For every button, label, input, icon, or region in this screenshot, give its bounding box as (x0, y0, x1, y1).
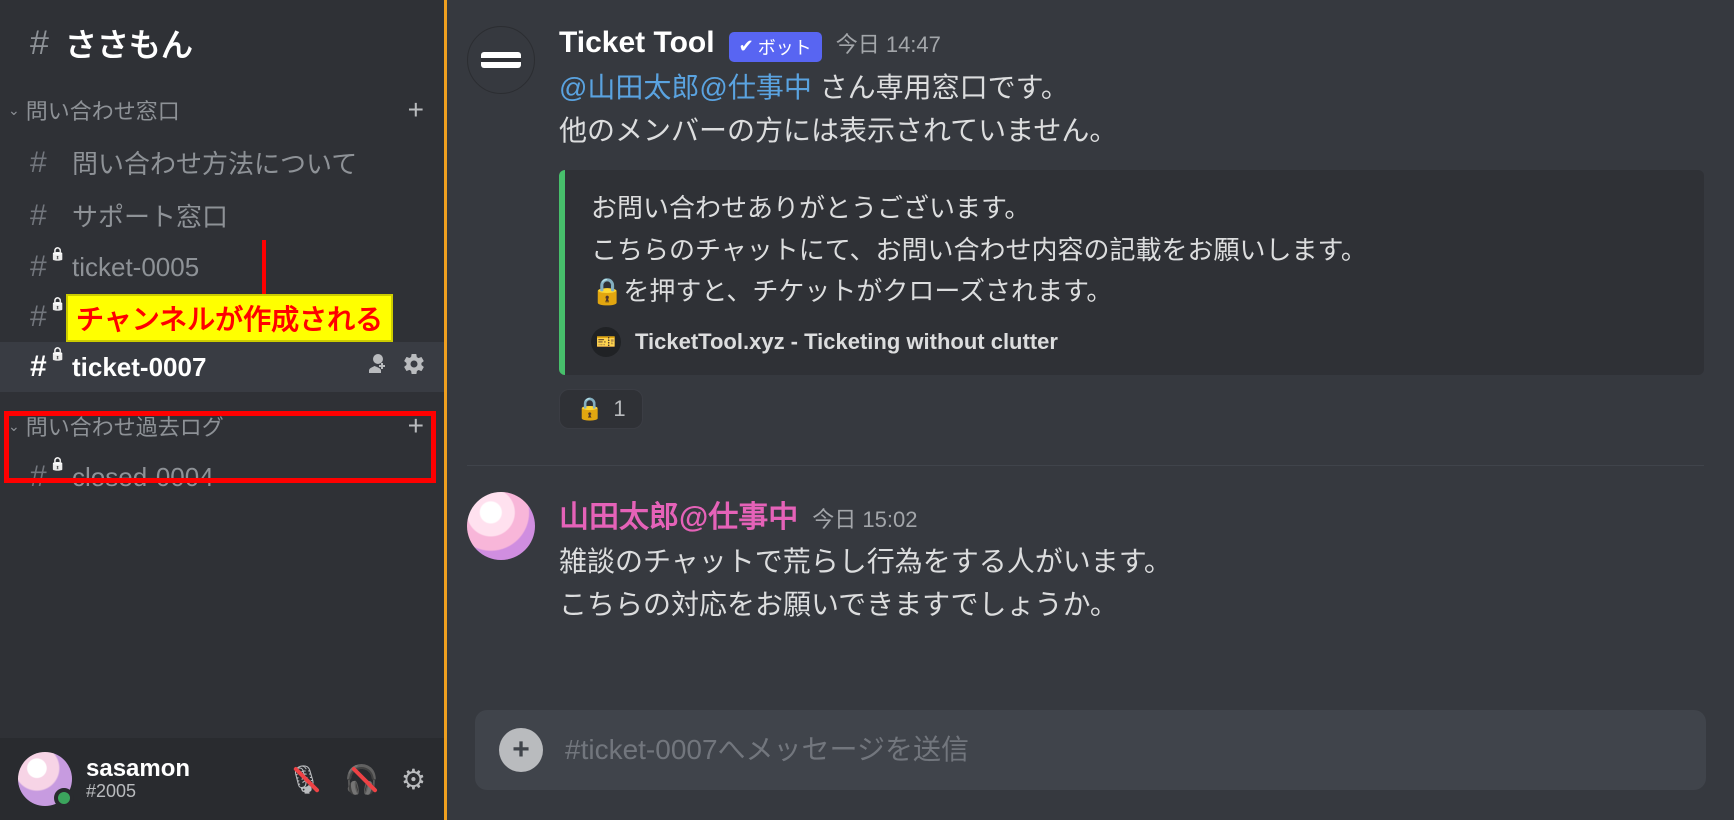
timestamp: 今日 15:02 (812, 502, 917, 534)
settings-gear-icon[interactable]: ⚙ (401, 763, 426, 796)
bot-badge: ✔ ボット (729, 32, 822, 62)
text-span: さん専用窓口です。 (812, 72, 1069, 103)
embed-footer: 🎫 TicketTool.xyz - Ticketing without clu… (591, 327, 1678, 357)
text-span: こちらの対応をお願いできますでしょうか。 (559, 589, 1118, 620)
attach-plus-icon[interactable]: + (499, 728, 543, 772)
hash-lock-icon: # (30, 460, 58, 494)
embed-line: こちらのチャットにて、お問い合わせ内容の記載をお願いします。 (591, 230, 1678, 272)
message-author[interactable]: 山田太郎@仕事中 (559, 492, 798, 536)
message: 山田太郎@仕事中 今日 15:02 雑談のチャットで荒らし行為をする人がいます。… (467, 484, 1704, 657)
invite-icon[interactable] (366, 352, 390, 382)
message-text: @山田太郎@仕事中 さん専用窓口です。 他のメンバーの方には表示されていません。 (559, 66, 1704, 153)
chevron-down-icon: ⌄ (8, 418, 20, 435)
chat-area: Ticket Tool ✔ ボット 今日 14:47 @山田太郎@仕事中 さん専… (444, 0, 1734, 820)
avatar[interactable] (467, 492, 535, 560)
channel-name: サポート窓口 (72, 197, 426, 234)
avatar[interactable] (18, 752, 72, 806)
chevron-down-icon: ⌄ (8, 102, 20, 119)
reaction-button[interactable]: 🔒 1 (559, 389, 643, 429)
channel-item[interactable]: # 問い合わせ方法について (0, 136, 444, 189)
text-span: 他のメンバーの方には表示されていません。 (559, 115, 1117, 146)
lock-icon: 🔒 (576, 396, 603, 422)
channel-sidebar: # ささもん ⌄ 問い合わせ窓口 + # 問い合わせ方法について # サポート窓… (0, 0, 444, 820)
hash-lock-icon: # (30, 250, 58, 284)
timestamp-time: 15:02 (862, 507, 917, 532)
timestamp-time: 14:47 (886, 32, 941, 57)
annotation-label: チャンネルが作成される (66, 294, 393, 342)
reaction-count: 1 (613, 396, 625, 422)
message-divider (467, 465, 1704, 466)
hash-icon: # (30, 199, 58, 233)
mic-mute-icon[interactable]: 🎙 (286, 763, 322, 796)
user-name-block[interactable]: sasamon #2005 (86, 756, 190, 802)
channel-name: closed-0004 (72, 462, 426, 493)
message: Ticket Tool ✔ ボット 今日 14:47 @山田太郎@仕事中 さん専… (467, 18, 1704, 459)
server-name: ささもん (65, 20, 193, 66)
lock-icon: 🔒 (591, 276, 623, 306)
category-header-archive[interactable]: ⌄ 問い合わせ過去ログ + (0, 392, 444, 452)
user-panel: sasamon #2005 🎙 🎧 ⚙ (0, 738, 444, 820)
embed: お問い合わせありがとうございます。 こちらのチャットにて、お問い合わせ内容の記載… (559, 170, 1704, 375)
bot-badge-text: ボット (758, 34, 812, 60)
channel-name: 問い合わせ方法について (72, 144, 426, 181)
timestamp: 今日 14:47 (836, 27, 941, 59)
message-list: Ticket Tool ✔ ボット 今日 14:47 @山田太郎@仕事中 さん専… (447, 0, 1734, 710)
avatar[interactable] (467, 26, 535, 94)
deafen-icon[interactable]: 🎧 (344, 763, 379, 796)
gear-icon[interactable] (402, 352, 426, 382)
hash-lock-icon: # (30, 350, 58, 384)
mention[interactable]: @山田太郎@仕事中 (559, 72, 812, 103)
discriminator: #2005 (86, 782, 190, 802)
channel-item-active[interactable]: # ticket-0007 (0, 342, 444, 392)
message-input-bar: + (475, 710, 1706, 790)
channel-item[interactable]: # ticket-0005 (0, 242, 444, 292)
ticket-icon: 🎫 (591, 327, 621, 357)
embed-footer-text: TicketTool.xyz - Ticketing without clutt… (635, 329, 1058, 355)
hash-icon: # (30, 24, 49, 63)
status-online-icon (54, 788, 74, 808)
hash-icon: # (30, 146, 58, 180)
text-span: 雑談のチャットで荒らし行為をする人がいます。 (559, 546, 1172, 577)
message-author[interactable]: Ticket Tool (559, 26, 715, 60)
username: sasamon (86, 756, 190, 782)
server-header[interactable]: # ささもん (0, 0, 444, 76)
hash-lock-icon: # (30, 300, 58, 334)
text-span: を押すと、チケットがクローズされます。 (623, 276, 1112, 306)
add-channel-icon[interactable]: + (408, 410, 424, 442)
message-input[interactable] (565, 734, 1682, 766)
timestamp-day: 今日 (812, 507, 856, 532)
channel-item[interactable]: # サポート窓口 (0, 189, 444, 242)
category-header-inquiry[interactable]: ⌄ 問い合わせ窓口 + (0, 76, 444, 136)
channel-item[interactable]: # closed-0004 (0, 452, 444, 502)
category-label: 問い合わせ窓口 (26, 94, 408, 126)
category-label: 問い合わせ過去ログ (26, 410, 408, 442)
embed-line: 🔒を押すと、チケットがクローズされます。 (591, 271, 1678, 313)
embed-line: お問い合わせありがとうございます。 (591, 188, 1678, 230)
timestamp-day: 今日 (836, 32, 880, 57)
add-channel-icon[interactable]: + (408, 94, 424, 126)
channel-name: ticket-0007 (72, 352, 352, 383)
message-text: 雑談のチャットで荒らし行為をする人がいます。 こちらの対応をお願いできますでしょ… (559, 540, 1704, 627)
channel-name: ticket-0005 (72, 252, 426, 283)
